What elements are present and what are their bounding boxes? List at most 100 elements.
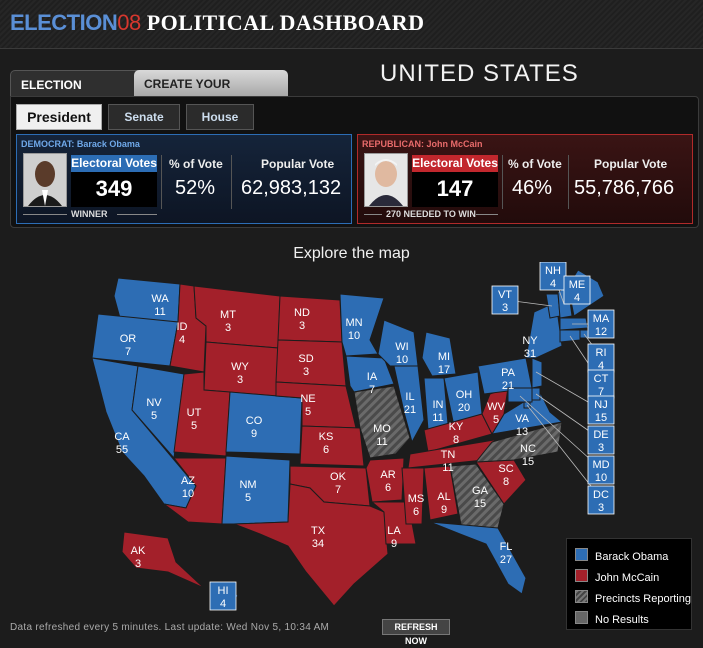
state-ev-label: 5 (493, 414, 499, 426)
divider (502, 155, 503, 209)
state-ev-label: 6 (323, 444, 329, 456)
state-abbr-label: CT (594, 373, 609, 385)
state-abbr-label: OK (330, 471, 347, 483)
refresh-now-button[interactable]: REFRESH NOW (382, 619, 450, 646)
state-abbr-label: VT (498, 289, 512, 301)
state-ev-label: 3 (598, 502, 604, 514)
divider (231, 155, 232, 209)
state-ev-label: 34 (312, 538, 324, 550)
house-button[interactable]: House (186, 104, 254, 130)
state-ev-label: 4 (550, 278, 556, 290)
mccain-photo (364, 153, 408, 207)
state-wa[interactable] (113, 277, 181, 323)
state-ev-label: 3 (135, 558, 141, 570)
legend-mccain-label: John McCain (595, 572, 660, 584)
state-abbr-label: PA (501, 367, 516, 379)
state-ev-label: 4 (179, 334, 185, 346)
state-abbr-label: TN (441, 449, 456, 461)
state-ev-label: 27 (500, 554, 512, 566)
legend-swatch (575, 590, 588, 603)
obama-photo (23, 153, 67, 207)
state-ev-label: 9 (391, 538, 397, 550)
legend-swatch (575, 569, 588, 582)
state-ev-label: 31 (524, 348, 536, 360)
senate-button[interactable]: Senate (108, 104, 180, 130)
state-ev-label: 5 (245, 492, 251, 504)
state-mt[interactable] (193, 285, 281, 349)
divider (568, 155, 569, 209)
republican-pct-header: % of Vote (508, 157, 562, 171)
republican-ev-value: 147 (436, 176, 474, 201)
state-ev-label: 12 (595, 326, 607, 338)
dashboard-title: POLITICAL DASHBOARD (146, 10, 425, 35)
state-ev-label: 6 (413, 506, 419, 518)
state-ev-label: 15 (595, 412, 607, 424)
state-ev-label: 5 (305, 406, 311, 418)
state-abbr-label: IA (367, 371, 378, 383)
divider (161, 155, 162, 209)
state-abbr-label: GA (472, 485, 489, 497)
state-nd[interactable] (277, 295, 343, 343)
state-ev-label: 9 (441, 504, 447, 516)
state-abbr-label: NV (146, 397, 162, 409)
tab-create-scenario[interactable]: CREATE YOUR SCENARIO (134, 70, 288, 119)
state-abbr-label: AZ (181, 475, 195, 487)
state-abbr-label: TX (311, 525, 326, 537)
state-abbr-label: NH (545, 265, 561, 277)
democrat-popular-header: Popular Vote (261, 157, 335, 171)
state-abbr-label: NE (300, 393, 315, 405)
state-abbr-label: NM (239, 479, 256, 491)
state-abbr-label: MS (408, 493, 425, 505)
state-ev-label: 11 (376, 436, 387, 448)
state-ev-label: 21 (404, 404, 416, 416)
president-button[interactable]: President (16, 104, 102, 130)
state-abbr-label: SC (498, 463, 513, 475)
state-ev-label: 5 (151, 410, 157, 422)
state-ev-label: 3 (237, 374, 243, 386)
state-co[interactable] (225, 391, 303, 455)
state-ev-label: 4 (574, 292, 580, 304)
state-abbr-label: AR (380, 469, 395, 481)
state-abbr-label: IL (405, 391, 414, 403)
state-ev-label: 15 (474, 498, 486, 510)
state-ev-label: 5 (191, 420, 197, 432)
state-abbr-label: KY (449, 421, 464, 433)
state-abbr-label: WV (487, 401, 505, 413)
democrat-ev-header: Electoral Votes (71, 155, 157, 172)
state-abbr-label: KS (319, 431, 334, 443)
state-abbr-label: WY (231, 361, 249, 373)
state-abbr-label: CA (114, 431, 130, 443)
republican-card: REPUBLICAN: John McCain Electoral Votes … (357, 134, 693, 224)
state-ev-label: 10 (595, 472, 607, 484)
state-abbr-label: DE (593, 429, 608, 441)
state-abbr-label: MN (345, 317, 362, 329)
democrat-ev-box: Electoral Votes 349 (71, 155, 157, 207)
map-title: Explore the map (293, 245, 410, 262)
divider (117, 214, 157, 215)
state-abbr-label: WI (395, 341, 408, 353)
divider (364, 214, 382, 215)
us-map[interactable]: WA11OR7CA55NV5ID4MT3WY3UT5AZ10CO9NM5ND3S… (84, 262, 624, 622)
legend-obama-label: Barack Obama (595, 551, 669, 563)
democrat-party-label: DEMOCRAT: Barack Obama (21, 139, 140, 149)
region-title: UNITED STATES (380, 60, 579, 87)
legend-no-results-label: No Results (595, 614, 649, 626)
legend-reporting: Precincts Reporting (575, 590, 691, 605)
state-abbr-label: ND (294, 307, 310, 319)
map-legend: Barack Obama John McCain Precincts Repor… (566, 538, 692, 630)
republican-pct-value: 46% (512, 177, 553, 199)
legend-mccain: John McCain (575, 569, 659, 584)
republican-ev-box: Electoral Votes 147 (412, 155, 498, 207)
state-ev-label: 3 (225, 322, 231, 334)
state-abbr-label: MT (220, 309, 236, 321)
state-abbr-label: AK (131, 545, 146, 557)
state-ev-label: 20 (458, 402, 470, 414)
state-ev-label: 3 (598, 442, 604, 454)
state-abbr-label: CO (246, 415, 263, 427)
republican-party-label: REPUBLICAN: John McCain (362, 139, 483, 149)
state-abbr-label: OH (456, 389, 473, 401)
state-abbr-label: NJ (594, 399, 607, 411)
tab-election-results[interactable]: ELECTION RESULTS (10, 70, 150, 120)
state-abbr-label: VA (515, 413, 530, 425)
state-abbr-label: ID (177, 321, 188, 333)
